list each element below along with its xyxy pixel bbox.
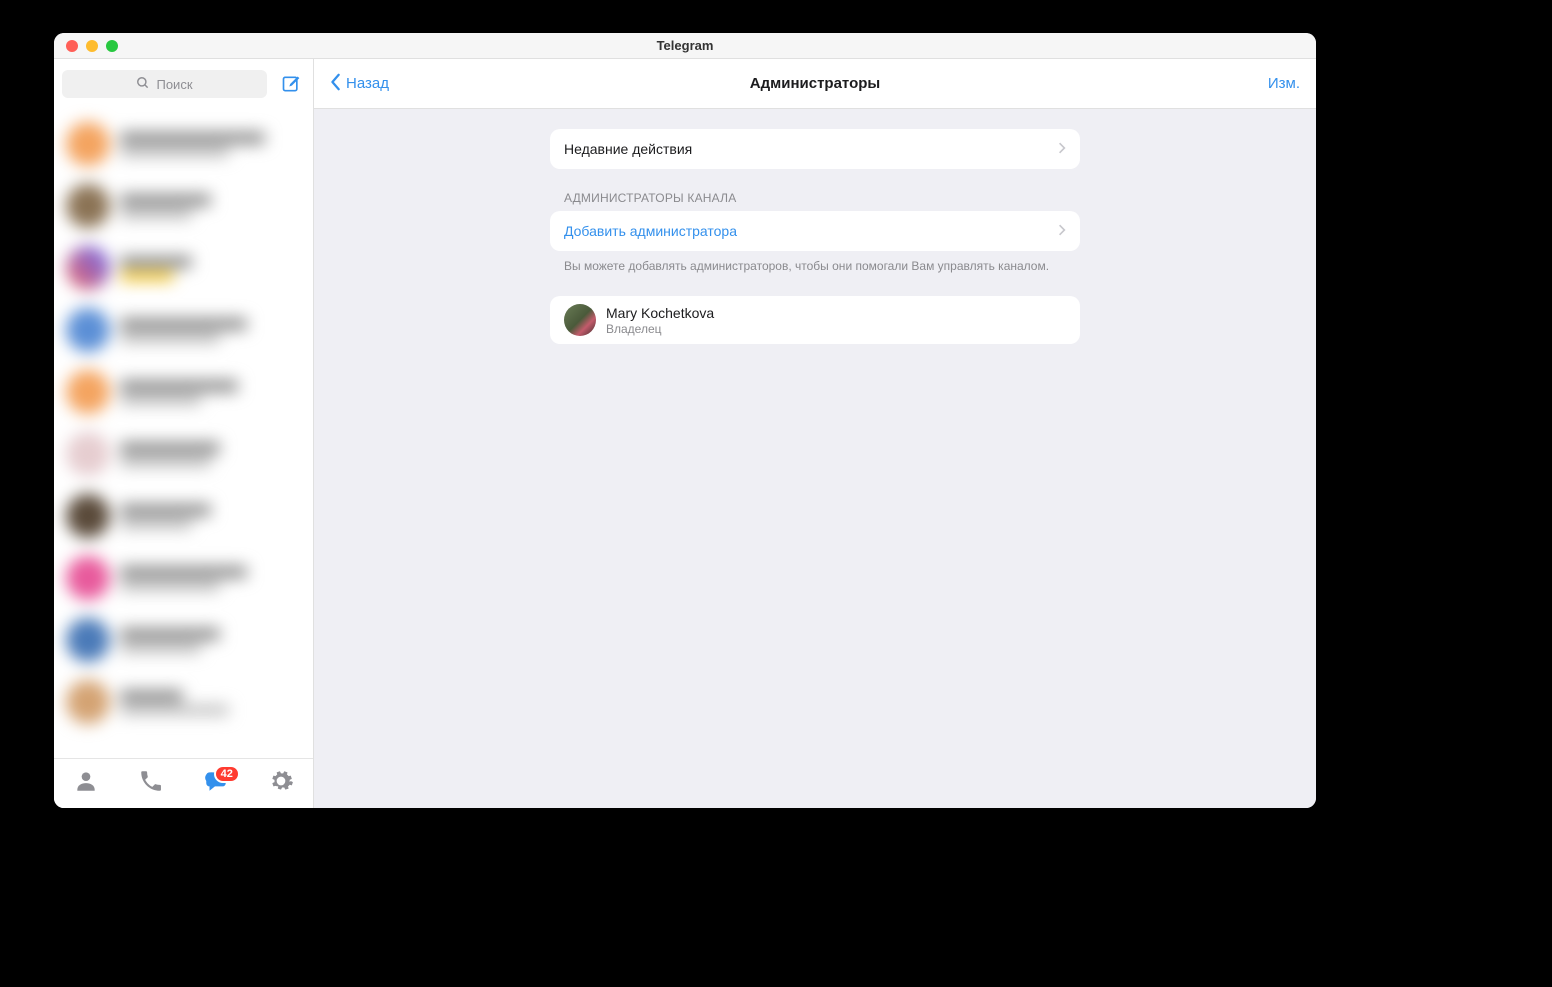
chat-list-item[interactable] <box>54 547 313 609</box>
chat-list-item[interactable] <box>54 423 313 485</box>
chats-badge: 42 <box>214 765 240 783</box>
edit-button[interactable]: Изм. <box>1268 75 1300 92</box>
back-button[interactable]: Назад <box>330 73 389 95</box>
app-window: Telegram Поиск <box>54 33 1316 808</box>
maximize-window-button[interactable] <box>106 40 118 52</box>
contacts-icon <box>73 768 99 799</box>
chat-list-item[interactable] <box>54 299 313 361</box>
minimize-window-button[interactable] <box>86 40 98 52</box>
recent-actions-label: Недавние действия <box>564 141 692 157</box>
chat-list-item[interactable] <box>54 361 313 423</box>
chat-list-item[interactable] <box>54 609 313 671</box>
chat-list-item[interactable] <box>54 671 313 733</box>
tab-bar: 42 <box>54 758 313 808</box>
titlebar: Telegram <box>54 33 1316 59</box>
section-header-admins: АДМИНИСТРАТОРЫ КАНАЛА <box>550 169 1080 211</box>
search-placeholder: Поиск <box>156 77 192 92</box>
settings-panel: Недавние действия АДМИНИСТРАТОРЫ КАНАЛА … <box>550 129 1080 344</box>
gear-icon <box>268 768 294 799</box>
compose-button[interactable] <box>277 70 305 98</box>
tab-calls[interactable] <box>131 764 171 804</box>
chat-list-item[interactable] <box>54 175 313 237</box>
admin-name: Mary Kochetkova <box>606 305 714 321</box>
back-label: Назад <box>346 75 389 92</box>
chevron-left-icon <box>330 73 342 95</box>
sidebar-top: Поиск <box>54 59 313 109</box>
main-panel: Назад Администраторы Изм. Недавние дейст… <box>314 59 1316 808</box>
chevron-right-icon <box>1058 223 1066 240</box>
add-admin-label: Добавить администратора <box>564 223 737 239</box>
window-title: Telegram <box>657 38 714 53</box>
chevron-right-icon <box>1058 141 1066 158</box>
avatar <box>564 304 596 336</box>
recent-actions-row[interactable]: Недавние действия <box>550 129 1080 169</box>
main-header: Назад Администраторы Изм. <box>314 59 1316 109</box>
traffic-lights <box>54 40 118 52</box>
page-title: Администраторы <box>750 75 880 92</box>
admin-row[interactable]: Mary Kochetkova Владелец <box>550 296 1080 344</box>
chat-list-item[interactable] <box>54 113 313 175</box>
admin-text: Mary Kochetkova Владелец <box>606 305 714 336</box>
add-admin-group: Добавить администратора <box>550 211 1080 251</box>
main-body: Недавние действия АДМИНИСТРАТОРЫ КАНАЛА … <box>314 109 1316 808</box>
admin-role: Владелец <box>606 322 714 336</box>
search-input[interactable]: Поиск <box>62 70 267 98</box>
search-icon <box>136 76 150 93</box>
tab-settings[interactable] <box>261 764 301 804</box>
chat-list <box>54 109 313 758</box>
add-admin-row[interactable]: Добавить администратора <box>550 211 1080 251</box>
chat-list-item[interactable] <box>54 237 313 299</box>
section-footer: Вы можете добавлять администраторов, что… <box>550 251 1080 274</box>
admins-list: Mary Kochetkova Владелец <box>550 296 1080 344</box>
chat-list-item[interactable] <box>54 485 313 547</box>
tab-chats[interactable]: 42 <box>196 764 236 804</box>
content: Поиск <box>54 59 1316 808</box>
recent-actions-group: Недавние действия <box>550 129 1080 169</box>
phone-icon <box>138 768 164 799</box>
close-window-button[interactable] <box>66 40 78 52</box>
sidebar: Поиск <box>54 59 314 808</box>
tab-contacts[interactable] <box>66 764 106 804</box>
